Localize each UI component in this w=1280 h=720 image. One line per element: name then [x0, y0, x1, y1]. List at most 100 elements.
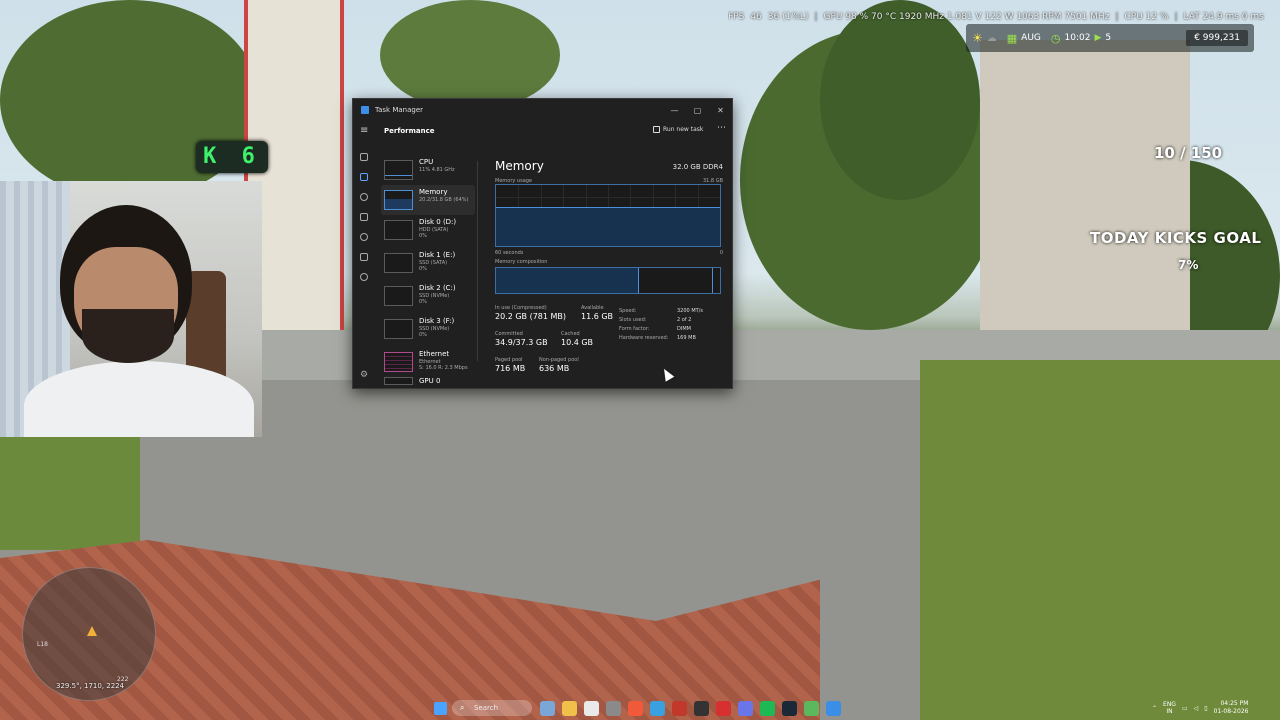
- webcam-overlay: [0, 181, 262, 437]
- device-memory[interactable]: Memory 20.2/31.8 GB (64%): [381, 185, 475, 215]
- calendar: ▦ AUG: [1007, 32, 1041, 45]
- language-indicator[interactable]: ENG IN: [1163, 701, 1176, 715]
- stat-value: 636 MB: [539, 364, 570, 373]
- disk-thumbnail: [384, 220, 413, 240]
- stat-non-paged-pool: Non-paged pool 636 MB: [539, 357, 579, 373]
- grass-right: [920, 360, 1280, 720]
- app-icon[interactable]: [826, 701, 841, 716]
- title-bar[interactable]: Task Manager — ▢ ✕: [353, 99, 732, 121]
- chevron-up-icon[interactable]: ⌃: [1152, 705, 1157, 712]
- performance-overlay: FPS 46 36 (1%L) | GPU 98 % 70 °C 1920 MH…: [728, 9, 1280, 25]
- memory-total: 32.0 GB DDR4: [672, 163, 723, 171]
- minimize-button[interactable]: —: [663, 106, 686, 115]
- processes-icon[interactable]: [360, 153, 368, 161]
- search-box[interactable]: ⌕ Search: [452, 700, 532, 716]
- run-new-task-button[interactable]: Run new task: [653, 126, 703, 133]
- device-name: Ethernet: [419, 350, 450, 358]
- close-button[interactable]: ✕: [709, 106, 732, 115]
- app-icon[interactable]: [716, 701, 731, 716]
- startup-apps-icon[interactable]: [360, 213, 368, 221]
- spotify-icon[interactable]: [760, 701, 775, 716]
- prop-key: Form factor:: [619, 326, 650, 332]
- clock-icon: ◷: [1050, 31, 1061, 45]
- stat-in-use: In use (Compressed) 20.2 GB (781 MB): [495, 305, 566, 321]
- device-name: Disk 2 (C:): [419, 284, 456, 292]
- disk-thumbnail: [384, 253, 413, 273]
- steam-icon[interactable]: [782, 701, 797, 716]
- calculator-icon[interactable]: [606, 701, 621, 716]
- search-placeholder: Search: [474, 704, 499, 712]
- settings-icon[interactable]: ⚙: [360, 370, 368, 380]
- app-icon[interactable]: [672, 701, 687, 716]
- telegram-icon[interactable]: [650, 701, 665, 716]
- fps-low: 36 (1%L): [767, 12, 809, 22]
- player-marker-icon: [87, 626, 97, 636]
- battery-icon[interactable]: ▯: [1204, 705, 1207, 712]
- device-name: Disk 0 (D:): [419, 218, 457, 226]
- device-name: Disk 3 (F:): [419, 317, 455, 325]
- folder-icon[interactable]: [562, 701, 577, 716]
- network-icon[interactable]: ▭: [1182, 705, 1188, 712]
- device-sub: 11% 4.81 GHz: [419, 167, 455, 173]
- kick-counter: 10 / 150: [1154, 144, 1223, 162]
- memory-panel: Memory 32.0 GB DDR4 Memory usage 31.8 GB…: [493, 155, 725, 387]
- performance-icon[interactable]: [360, 173, 368, 181]
- cpu-thumbnail: [384, 160, 413, 180]
- money: € 999,231: [1186, 30, 1248, 46]
- device-sub2: 0%: [419, 299, 427, 305]
- device-name: Disk 1 (E:): [419, 251, 456, 259]
- prop-row: Speed: 3200 MT/s: [619, 308, 723, 317]
- device-disk-3[interactable]: Disk 3 (F:) SSD (NVMe) 0%: [381, 314, 475, 344]
- brave-icon[interactable]: [628, 701, 643, 716]
- stat-label: Committed: [495, 331, 523, 337]
- app-history-icon[interactable]: [360, 193, 368, 201]
- minimap[interactable]: L18 222: [22, 567, 156, 701]
- device-ethernet[interactable]: Ethernet Ethernet S: 16.0 R: 2.3 Mbps: [381, 347, 475, 377]
- services-icon[interactable]: [360, 273, 368, 281]
- device-cpu[interactable]: CPU 11% 4.81 GHz: [381, 155, 475, 185]
- volume-icon[interactable]: ◁: [1194, 705, 1199, 712]
- disk-thumbnail: [384, 319, 413, 339]
- clock-date: 01-08-2026: [1213, 708, 1249, 715]
- cpu-stats: CPU 12 %: [1124, 12, 1169, 22]
- device-name: CPU: [419, 158, 434, 166]
- prop-value: 2 of 2: [677, 317, 692, 323]
- app-icon[interactable]: [540, 701, 555, 716]
- prop-key: Speed:: [619, 308, 637, 314]
- users-icon[interactable]: [360, 233, 368, 241]
- stat-label: Available: [581, 305, 604, 311]
- language: ENG: [1163, 701, 1176, 708]
- discord-icon[interactable]: [738, 701, 753, 716]
- device-disk-0[interactable]: Disk 0 (D:) HDD (SATA) 0%: [381, 215, 475, 245]
- prop-value: 3200 MT/s: [677, 308, 703, 314]
- stat-label: In use (Compressed): [495, 305, 547, 311]
- calendar-icon: ▦: [1006, 31, 1018, 45]
- separator: |: [1115, 12, 1119, 22]
- composition-label: Memory composition: [495, 259, 548, 265]
- device-disk-1[interactable]: Disk 1 (E:) SSD (SATA) 0%: [381, 248, 475, 278]
- device-gpu-0[interactable]: GPU 0: [381, 377, 475, 388]
- stat-label: Cached: [561, 331, 580, 337]
- menu-icon[interactable]: ≡: [360, 125, 368, 136]
- file-icon[interactable]: [584, 701, 599, 716]
- app-icon[interactable]: [694, 701, 709, 716]
- separator: |: [1174, 12, 1178, 22]
- window-controls: — ▢ ✕: [663, 106, 732, 115]
- game-time: 10:02: [1064, 33, 1091, 43]
- memory-composition-bar: [495, 267, 721, 294]
- details-icon[interactable]: [360, 253, 368, 261]
- task-manager-window[interactable]: Task Manager — ▢ ✕ ≡ Performance Run new…: [352, 98, 733, 389]
- page-title: Performance: [384, 127, 435, 135]
- zero-label: 0: [719, 250, 723, 256]
- ethernet-thumbnail: [384, 352, 413, 372]
- app-icon[interactable]: [804, 701, 819, 716]
- stat-value: 34.9/37.3 GB: [495, 338, 548, 347]
- clock[interactable]: 04:25 PM 01-08-2026: [1214, 700, 1249, 716]
- start-button[interactable]: [434, 702, 447, 715]
- more-options-icon[interactable]: ⋯: [717, 123, 726, 133]
- system-tray: ⌃ ENG IN ▭ ◁ ▯ 04:25 PM 01-08-2026: [1152, 700, 1248, 716]
- device-disk-2[interactable]: Disk 2 (C:) SSD (NVMe) 0%: [381, 281, 475, 311]
- grass-left: [0, 430, 140, 550]
- maximize-button[interactable]: ▢: [686, 106, 709, 115]
- beard: [82, 309, 174, 363]
